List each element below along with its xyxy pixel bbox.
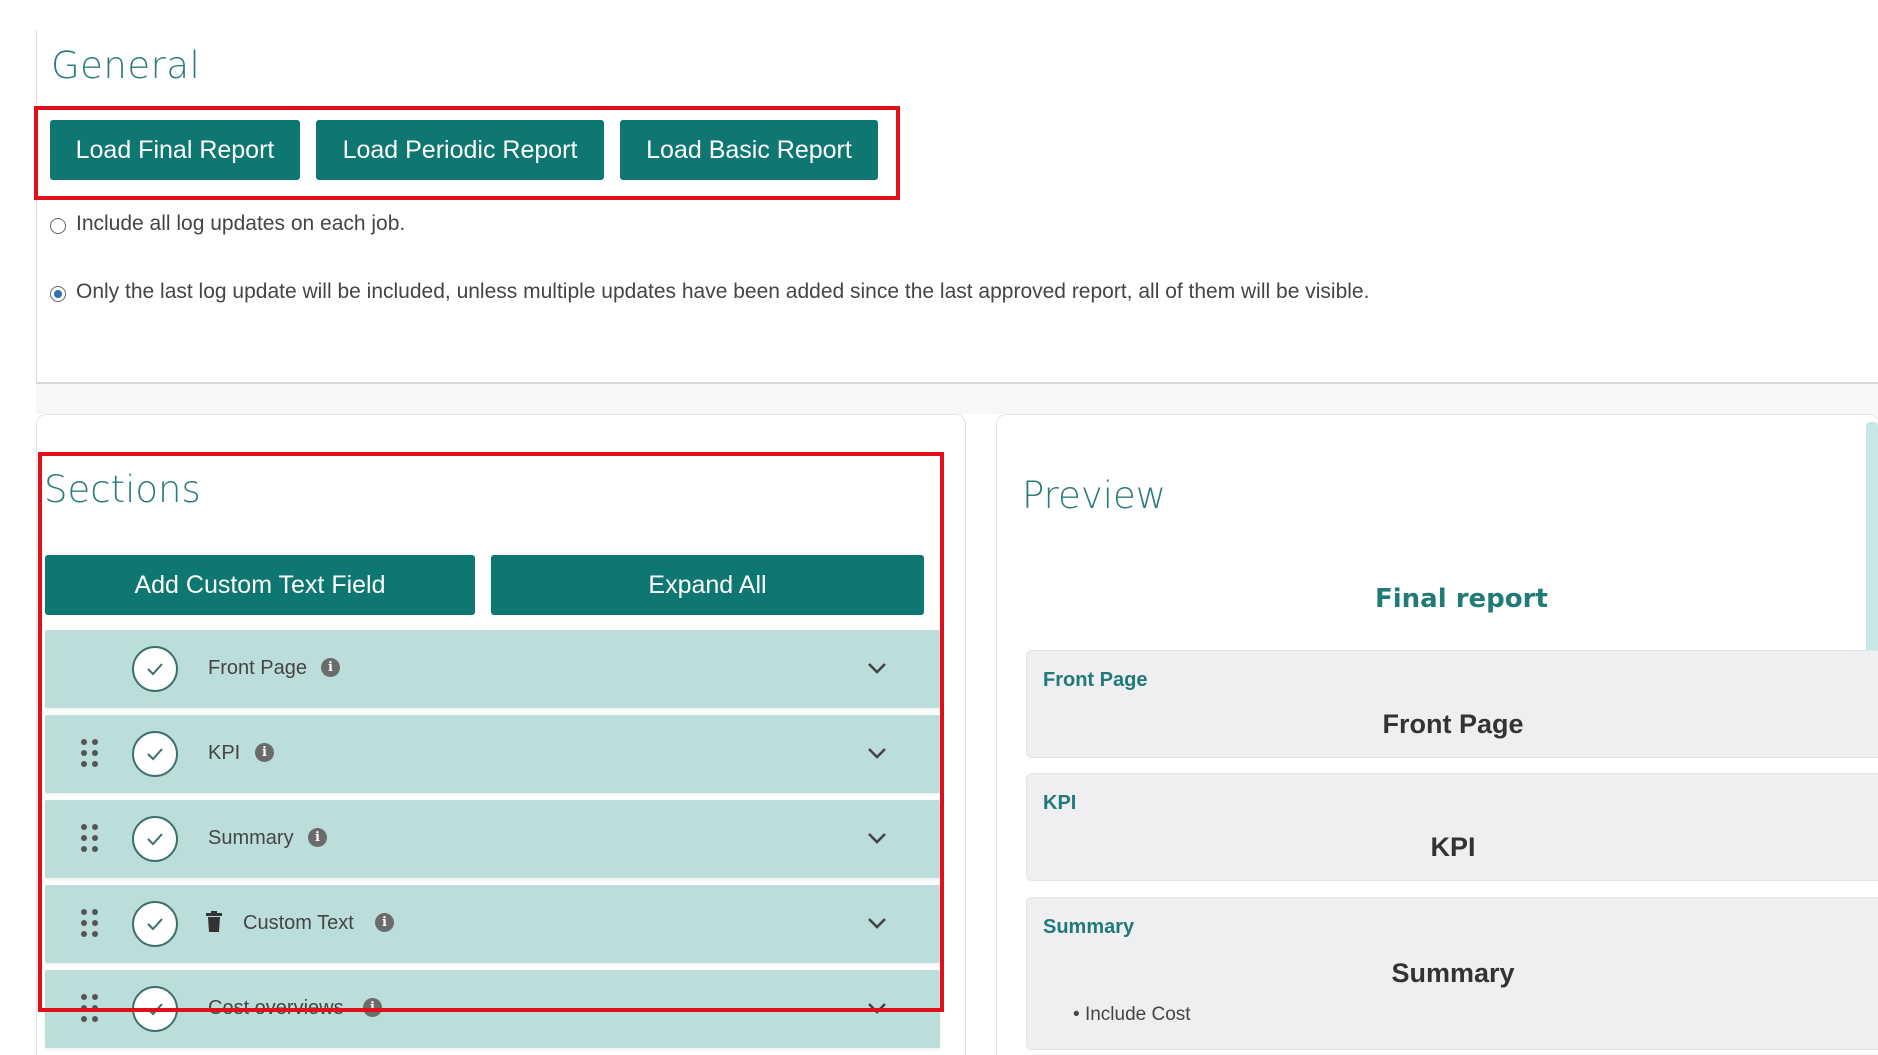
check-circle-icon[interactable]: [132, 646, 178, 692]
preview-card-title: Summary: [1391, 958, 1515, 988]
section-label-cost-overviews: Cost overviews: [208, 997, 344, 1019]
check-circle-icon[interactable]: [132, 816, 178, 862]
option-all-log-updates-label: Include all log updates on each job.: [76, 212, 406, 235]
info-icon[interactable]: i: [321, 658, 340, 677]
info-icon[interactable]: i: [255, 743, 274, 762]
chevron-down-icon[interactable]: [865, 911, 889, 935]
preview-card-bullet: • Include Cost: [1073, 1004, 1191, 1025]
chevron-down-icon[interactable]: [865, 741, 889, 765]
preview-card-summary: Summary Summary • Include Cost: [1026, 897, 1878, 1050]
sections-title: Sections: [44, 468, 201, 511]
general-title: General: [51, 44, 201, 87]
load-basic-report-button[interactable]: Load Basic Report: [620, 120, 878, 180]
section-row-front-page[interactable]: Front Page i: [45, 630, 940, 708]
preview-report-title: Final report: [1375, 584, 1548, 614]
drag-handle-icon[interactable]: [81, 739, 98, 769]
chevron-down-icon[interactable]: [865, 996, 889, 1020]
preview-card-front-page: Front Page Front Page: [1026, 650, 1878, 758]
preview-card-title: KPI: [1430, 832, 1476, 862]
preview-card-label: Front Page: [1043, 669, 1148, 691]
preview-card-label: KPI: [1043, 792, 1077, 814]
info-icon[interactable]: i: [375, 913, 394, 932]
drag-handle-icon[interactable]: [81, 994, 98, 1024]
preview-title: Preview: [1022, 474, 1167, 517]
info-icon[interactable]: i: [308, 828, 327, 847]
check-circle-icon[interactable]: [132, 986, 178, 1032]
expand-all-button[interactable]: Expand All: [491, 555, 924, 615]
option-all-log-updates[interactable]: Include all log updates on each job.: [50, 212, 405, 236]
preview-card-label: Summary: [1043, 916, 1135, 938]
check-circle-icon[interactable]: [132, 901, 178, 947]
radio-all-log-updates[interactable]: [50, 218, 66, 234]
section-row-kpi[interactable]: KPI i: [45, 715, 940, 793]
add-custom-text-field-button[interactable]: Add Custom Text Field: [45, 555, 475, 615]
section-row-custom-text[interactable]: Custom Text i: [45, 885, 940, 963]
option-last-log-update[interactable]: Only the last log update will be include…: [50, 280, 1369, 304]
section-label-custom-text: Custom Text: [243, 912, 354, 934]
drag-handle-icon[interactable]: [81, 824, 98, 854]
general-panel: General: [36, 30, 1878, 384]
preview-card-title: Front Page: [1382, 709, 1524, 739]
chevron-down-icon[interactable]: [865, 826, 889, 850]
section-row-summary[interactable]: Summary i: [45, 800, 940, 878]
radio-last-log-update[interactable]: [50, 286, 66, 302]
trash-icon[interactable]: [205, 911, 223, 933]
drag-handle-icon[interactable]: [81, 909, 98, 939]
chevron-down-icon[interactable]: [865, 656, 889, 680]
divider-band: [36, 384, 1878, 414]
section-label-summary: Summary: [208, 827, 294, 849]
preview-card-kpi: KPI KPI: [1026, 773, 1878, 881]
section-label-front-page: Front Page: [208, 657, 307, 679]
load-periodic-report-button[interactable]: Load Periodic Report: [316, 120, 604, 180]
preview-card-bullet-text: Include Cost: [1084, 1004, 1191, 1025]
load-final-report-button[interactable]: Load Final Report: [50, 120, 300, 180]
check-circle-icon[interactable]: [132, 731, 178, 777]
option-last-log-update-label: Only the last log update will be include…: [76, 280, 1370, 303]
section-label-kpi: KPI: [208, 742, 241, 764]
preview-scrollbar[interactable]: [1866, 422, 1878, 662]
info-icon[interactable]: i: [363, 998, 382, 1017]
section-row-cost-overviews[interactable]: Cost overviews i: [45, 970, 940, 1048]
